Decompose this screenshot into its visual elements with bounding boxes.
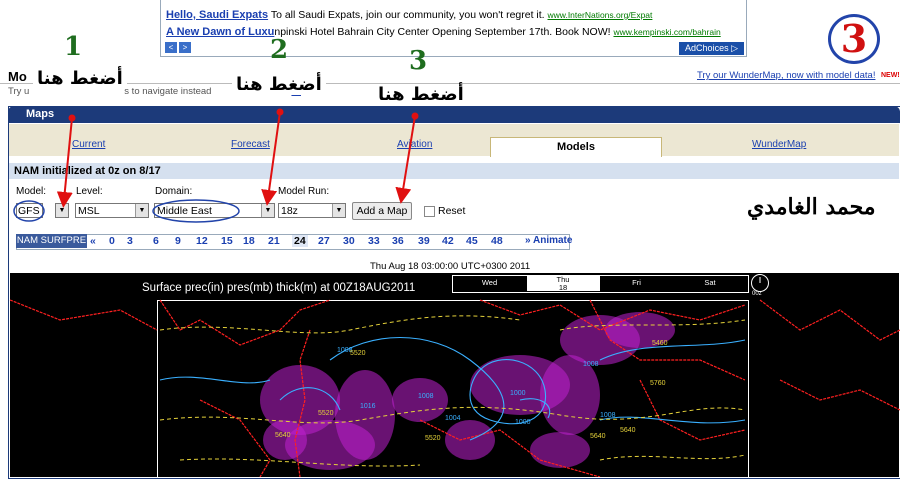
step-number-3: 3 bbox=[409, 46, 428, 76]
step-callout-3: أضغط هنا bbox=[374, 84, 468, 105]
arrow-overlay bbox=[56, 108, 419, 208]
step-callout-1: أضغط هنا bbox=[33, 68, 127, 89]
step-number-2: 2 bbox=[270, 35, 289, 65]
pointer-arrow bbox=[395, 115, 416, 204]
step-callout-2: أضغط هنا bbox=[232, 74, 326, 95]
pointer-arrow bbox=[56, 117, 73, 208]
step-number-1: 1 bbox=[64, 32, 83, 62]
pointer-arrow bbox=[261, 111, 281, 206]
